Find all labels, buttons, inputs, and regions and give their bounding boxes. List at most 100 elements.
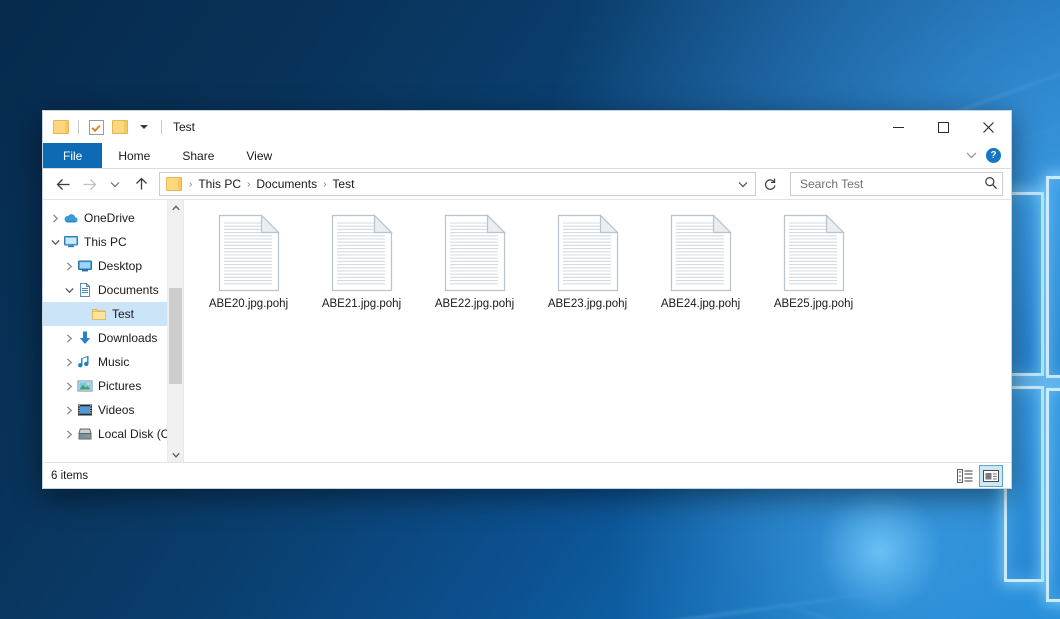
quick-access-toolbar (43, 117, 165, 137)
forward-button[interactable] (77, 172, 101, 196)
chevron-down-icon[interactable] (134, 117, 154, 137)
desktop-icon (77, 258, 93, 274)
file-item[interactable]: ABE22.jpg.pohj (418, 212, 531, 310)
sidebar-item-pictures[interactable]: Pictures (43, 374, 183, 398)
pictures-icon (77, 378, 93, 394)
chevron-right-icon[interactable] (61, 350, 77, 374)
music-icon (77, 354, 93, 370)
monitor-icon (63, 234, 79, 250)
up-button[interactable] (129, 172, 153, 196)
file-list-pane[interactable]: ABE20.jpg.pohj ABE21.jpg.pohj ABE22.jpg.po… (184, 200, 1011, 462)
tab-file[interactable]: File (43, 143, 102, 168)
back-button[interactable] (51, 172, 75, 196)
file-name-label: ABE21.jpg.pohj (322, 298, 401, 310)
sidebar-item-label: Test (112, 307, 134, 321)
sidebar-item-test[interactable]: Test (43, 302, 183, 326)
help-icon[interactable]: ? (986, 148, 1001, 163)
chevron-right-icon[interactable] (61, 254, 77, 278)
chevron-right-icon[interactable] (61, 398, 77, 422)
wallpaper-light-beam (147, 588, 900, 619)
properties-checkbox-icon[interactable] (86, 117, 106, 137)
breadcrumb-test[interactable]: Test (328, 177, 358, 191)
address-tail-buttons (733, 174, 753, 194)
recent-locations-chevron-down-icon[interactable] (103, 172, 127, 196)
sidebar-item-label: Downloads (98, 331, 157, 345)
file-item[interactable]: ABE24.jpg.pohj (644, 212, 757, 310)
chevron-right-icon[interactable] (61, 326, 77, 350)
chevron-right-icon[interactable] (61, 422, 77, 446)
breadcrumb-this-pc[interactable]: This PC (194, 177, 245, 191)
maximize-button[interactable] (921, 111, 966, 143)
video-icon (77, 402, 93, 418)
scrollbar-thumb[interactable] (169, 288, 182, 384)
file-item[interactable]: ABE20.jpg.pohj (192, 212, 305, 310)
sidebar-item-videos[interactable]: Videos (43, 398, 183, 422)
file-name-label: ABE24.jpg.pohj (661, 298, 740, 310)
drive-icon (77, 426, 93, 442)
tab-view[interactable]: View (230, 143, 288, 168)
file-item[interactable]: ABE23.jpg.pohj (531, 212, 644, 310)
search-box[interactable] (790, 172, 1003, 196)
breadcrumb: › This PC › Documents › Test (166, 176, 733, 192)
address-dropdown-chevron-down-icon[interactable] (733, 174, 753, 194)
sidebar-item-desktop[interactable]: Desktop (43, 254, 183, 278)
file-item[interactable]: ABE25.jpg.pohj (757, 212, 870, 310)
file-name-label: ABE25.jpg.pohj (774, 298, 853, 310)
tab-share[interactable]: Share (166, 143, 230, 168)
generic-file-icon (217, 214, 281, 292)
sidebar-item-label: Pictures (98, 379, 141, 393)
sidebar-item-label: Videos (98, 403, 134, 417)
tab-home[interactable]: Home (102, 143, 166, 168)
new-folder-icon[interactable] (110, 117, 130, 137)
breadcrumb-separator: › (245, 179, 252, 190)
address-bar: › This PC › Documents › Test (43, 169, 1011, 199)
expand-ribbon-chevron-down-icon[interactable] (962, 147, 980, 165)
large-icons-view-button[interactable] (979, 465, 1003, 487)
folder-icon[interactable] (51, 117, 71, 137)
refresh-button[interactable] (758, 172, 782, 196)
generic-file-icon (330, 214, 394, 292)
document-icon (77, 282, 93, 298)
sidebar-item-music[interactable]: Music (43, 350, 183, 374)
search-input[interactable] (798, 176, 984, 192)
sidebar-item-label: This PC (84, 235, 127, 249)
address-path-box[interactable]: › This PC › Documents › Test (159, 172, 756, 196)
sidebar-item-onedrive[interactable]: OneDrive (43, 206, 183, 230)
status-bar: 6 items (43, 462, 1011, 488)
sidebar-item-documents[interactable]: Documents (43, 278, 183, 302)
chevron-right-icon[interactable] (47, 206, 63, 230)
navigation-pane: OneDrive This PC DesktopDocuments Test Downl… (43, 200, 184, 462)
generic-file-icon (556, 214, 620, 292)
sidebar-item-this-pc[interactable]: This PC (43, 230, 183, 254)
generic-file-icon (443, 214, 507, 292)
sidebar-item-label: OneDrive (84, 211, 135, 225)
file-name-label: ABE20.jpg.pohj (209, 298, 288, 310)
navigation-pane-scrollbar[interactable] (167, 200, 183, 462)
sidebar-item-downloads[interactable]: Downloads (43, 326, 183, 350)
close-button[interactable] (966, 111, 1011, 143)
windows-logo-pane (1046, 176, 1060, 378)
chevron-down-icon[interactable] (61, 278, 77, 302)
file-item[interactable]: ABE21.jpg.pohj (305, 212, 418, 310)
windows-logo-pane (1046, 388, 1060, 602)
cloud-icon (63, 210, 79, 226)
toolbar-divider (161, 120, 162, 134)
scroll-down-arrow-icon[interactable] (168, 447, 183, 462)
toolbar-divider (78, 120, 79, 134)
title-bar: Test (43, 111, 1011, 143)
breadcrumb-separator: › (321, 179, 328, 190)
breadcrumb-separator: › (187, 179, 194, 190)
chevron-right-icon[interactable] (61, 374, 77, 398)
file-name-label: ABE23.jpg.pohj (548, 298, 627, 310)
item-count-label: 6 items (51, 470, 88, 482)
download-icon (77, 330, 93, 346)
chevron-down-icon[interactable] (47, 230, 63, 254)
details-view-button[interactable] (953, 465, 977, 487)
scroll-up-arrow-icon[interactable] (168, 200, 183, 215)
minimize-button[interactable] (876, 111, 921, 143)
breadcrumb-documents[interactable]: Documents (252, 177, 321, 191)
folder-tree: OneDrive This PC DesktopDocuments Test Downl… (43, 200, 183, 446)
file-explorer-window: Test File Home Share View ? (42, 110, 1012, 489)
sidebar-item-local-disk-c[interactable]: Local Disk (C:) (43, 422, 183, 446)
explorer-body: OneDrive This PC DesktopDocuments Test Downl… (43, 199, 1011, 462)
